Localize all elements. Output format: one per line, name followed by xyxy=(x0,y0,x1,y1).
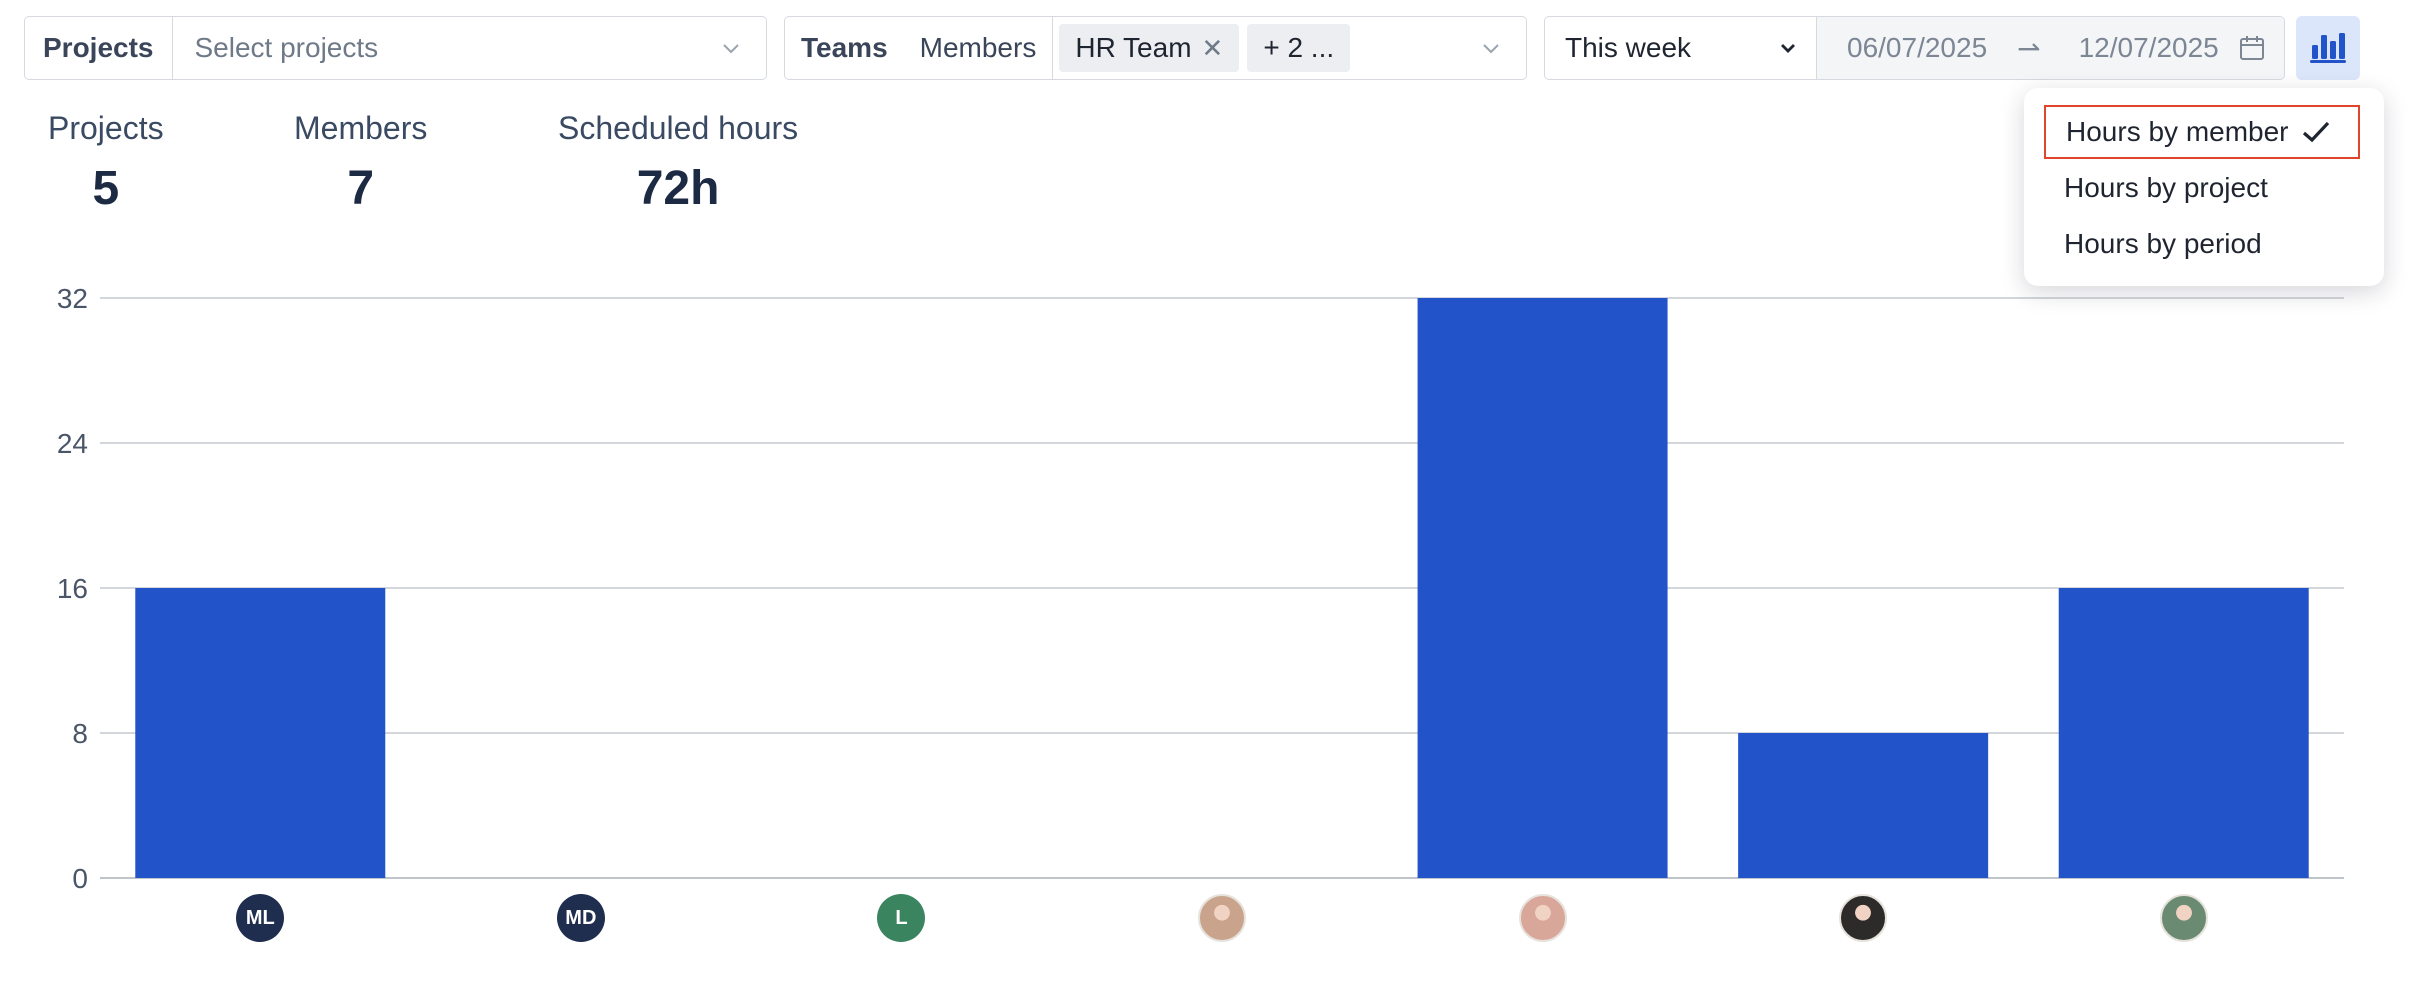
avatar[interactable] xyxy=(1839,894,1888,942)
end-date[interactable]: 12/07/2025 xyxy=(2079,32,2219,64)
stat-label: Scheduled hours xyxy=(558,110,799,146)
y-tick-label: 32 xyxy=(57,283,88,314)
start-date[interactable]: 06/07/2025 xyxy=(1847,32,1987,64)
avatar[interactable]: ML xyxy=(236,894,285,942)
stat-value: 5 xyxy=(92,162,120,215)
bar[interactable] xyxy=(135,588,386,878)
tab-members[interactable]: Members xyxy=(904,17,1054,79)
tag-more[interactable]: + 2 ... xyxy=(1247,24,1351,72)
teams-filter: Teams Members HR Team ✕ + 2 ... xyxy=(784,16,1527,80)
avatar[interactable]: MD xyxy=(556,894,605,942)
projects-select-input[interactable]: Select projects xyxy=(173,32,721,64)
avatar[interactable] xyxy=(2159,894,2208,942)
stat-projects: Projects 5 xyxy=(48,110,164,216)
period-select-value: This week xyxy=(1565,32,1692,63)
tag-hr-team: HR Team ✕ xyxy=(1059,24,1240,72)
stat-value: 7 xyxy=(347,162,375,215)
menu-item-hours-by-period[interactable]: Hours by period xyxy=(2064,228,2262,260)
calendar-icon[interactable] xyxy=(2239,35,2265,61)
bar-chart-icon xyxy=(2310,33,2346,63)
avatar[interactable] xyxy=(1518,894,1567,942)
bar[interactable] xyxy=(1417,298,1668,878)
y-tick-label: 0 xyxy=(72,863,88,894)
y-tick-label: 16 xyxy=(57,573,88,604)
bar[interactable] xyxy=(2058,588,2309,878)
period-filter: This week 06/07/2025 ⇀ 12/07/2025 xyxy=(1544,16,2285,80)
chevron-down-icon[interactable] xyxy=(720,37,742,59)
stat-label: Members xyxy=(294,110,428,146)
stat-scheduled-hours: Scheduled hours 72h xyxy=(558,110,798,216)
bar[interactable] xyxy=(1738,733,1989,878)
menu-item-hours-by-member[interactable]: Hours by member xyxy=(2044,105,2360,159)
chevron-down-icon xyxy=(1781,44,1795,53)
projects-filter[interactable]: Projects Select projects xyxy=(24,16,767,80)
chart-view-button[interactable] xyxy=(2296,16,2360,80)
menu-item-label: Hours by member xyxy=(2066,116,2289,147)
arrow-right-icon: ⇀ xyxy=(2017,32,2041,64)
stat-members: Members 7 xyxy=(294,110,427,216)
check-icon xyxy=(2302,121,2329,143)
date-range-picker[interactable]: 06/07/2025 ⇀ 12/07/2025 xyxy=(1817,17,2284,79)
teams-select-input[interactable]: HR Team ✕ + 2 ... xyxy=(1053,17,1480,79)
menu-item-hours-by-project[interactable]: Hours by project xyxy=(2064,172,2268,204)
summary-stats: Projects 5 Members 7 Scheduled hours 72h xyxy=(0,110,900,220)
stat-label: Projects xyxy=(48,110,164,146)
chart-view-menu: Hours by member Hours by project Hours b… xyxy=(2024,88,2384,286)
projects-filter-label: Projects xyxy=(25,17,173,79)
tag-label: HR Team xyxy=(1075,32,1192,63)
close-icon[interactable]: ✕ xyxy=(1202,33,1224,64)
hours-by-member-chart: 0 8 16 24 32 xyxy=(57,283,2344,894)
tag-label: + 2 ... xyxy=(1263,32,1335,63)
tab-teams[interactable]: Teams xyxy=(785,17,904,79)
avatar[interactable] xyxy=(1198,894,1246,942)
filter-bar: Projects Select projects Teams Members H… xyxy=(24,16,2384,80)
period-select[interactable]: This week xyxy=(1545,17,1817,79)
chevron-down-icon[interactable] xyxy=(1480,37,1502,59)
y-tick-label: 24 xyxy=(57,428,88,459)
y-tick-label: 8 xyxy=(72,718,88,749)
stat-value: 72h xyxy=(636,162,720,215)
